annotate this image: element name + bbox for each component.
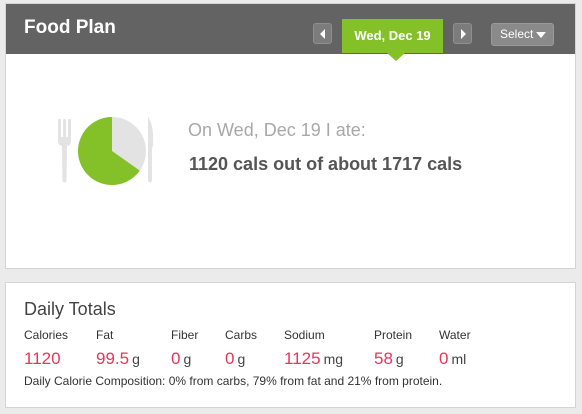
total-label: Protein xyxy=(374,328,413,342)
total-value: 1125 xyxy=(284,349,321,368)
panel-header: Food Plan Wed, Dec 19 Select xyxy=(6,4,575,54)
knife-icon xyxy=(148,117,154,183)
page-title: Food Plan xyxy=(24,17,116,38)
ate-summary-text: On Wed, Dec 19 I ate: xyxy=(188,120,366,140)
select-dropdown-button[interactable]: Select xyxy=(491,23,554,46)
total-value: 0 xyxy=(439,349,449,368)
total-label: Carbs xyxy=(225,328,258,342)
chevron-down-icon xyxy=(536,32,546,38)
total-fiber: Fiber 0g xyxy=(171,328,198,369)
total-unit: g xyxy=(395,351,404,367)
total-label: Calories xyxy=(24,328,69,342)
total-unit: mg xyxy=(323,351,344,367)
current-date-tab[interactable]: Wed, Dec 19 xyxy=(342,19,443,53)
total-calories: Calories 1120 xyxy=(24,328,68,369)
total-value: 58 xyxy=(374,349,393,368)
prev-day-button[interactable] xyxy=(313,23,332,44)
total-label: Fat xyxy=(96,328,114,342)
total-unit: ml xyxy=(451,351,467,367)
total-value: 0 xyxy=(225,349,235,368)
total-value: 1120 xyxy=(24,349,61,368)
calorie-plate xyxy=(56,113,156,193)
total-label: Sodium xyxy=(284,328,325,342)
total-value: 99.5 xyxy=(96,349,130,368)
total-label: Water xyxy=(439,328,471,342)
select-label: Select xyxy=(500,27,534,41)
fork-icon xyxy=(58,119,71,183)
chevron-left-icon xyxy=(320,29,325,39)
date-tab-pointer xyxy=(387,53,405,61)
total-carbs: Carbs 0g xyxy=(225,328,257,369)
total-fat: Fat 99.5 g xyxy=(96,328,140,369)
total-sodium: Sodium 1125 mg xyxy=(284,328,343,369)
total-label: Fiber xyxy=(171,328,199,342)
total-unit: g xyxy=(132,351,140,367)
total-value: 0 xyxy=(171,349,181,368)
food-plan-panel: Food Plan Wed, Dec 19 Select On Wed, Dec… xyxy=(5,3,576,269)
plate-chart xyxy=(58,117,154,185)
calorie-composition-text: Daily Calorie Composition: 0% from carbs… xyxy=(24,374,443,388)
daily-totals-title: Daily Totals xyxy=(24,299,116,319)
total-unit: g xyxy=(237,351,246,367)
total-water: Water 0 ml xyxy=(439,328,471,369)
chevron-right-icon xyxy=(461,29,466,39)
total-protein: Protein 58 g xyxy=(374,328,412,369)
total-unit: g xyxy=(183,351,192,367)
daily-totals-panel: Daily Totals Calories 1120 Fat 99.5 g Fib… xyxy=(5,282,576,408)
calories-summary-text: 1120 cals out of about 1717 cals xyxy=(189,154,463,174)
next-day-button[interactable] xyxy=(453,23,472,44)
